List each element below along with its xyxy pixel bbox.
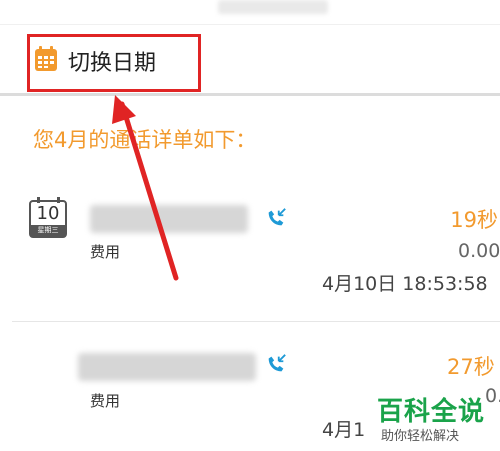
watermark-title: 百科全说 [377,397,486,427]
watermark-subtitle: 助你轻松解决 [381,429,460,444]
annotation-arrow [112,95,179,281]
watermark-logo: 百科全说 助你轻松解决 [377,391,500,451]
